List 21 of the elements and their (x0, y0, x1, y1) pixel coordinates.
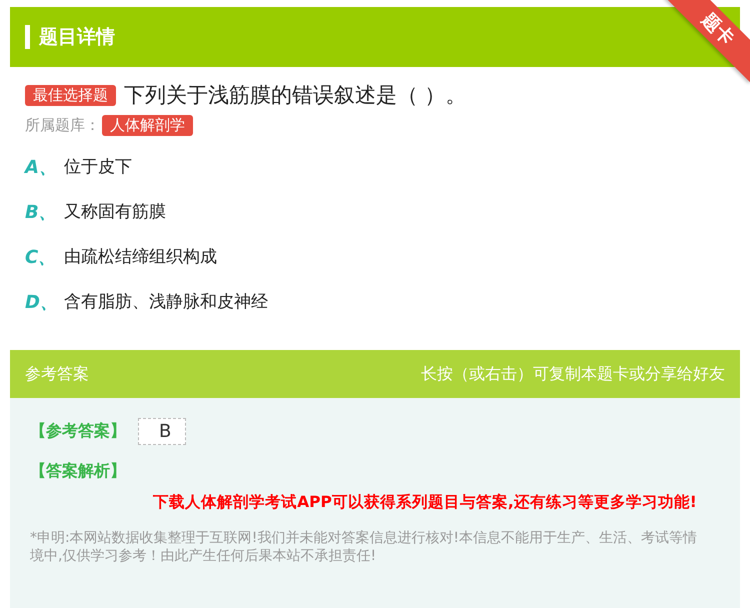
option-text: 含有脂肪、浅静脉和皮神经 (64, 291, 268, 313)
question-type-badge: 最佳选择题 (25, 84, 116, 106)
answer-section-title: 参考答案 (25, 364, 89, 384)
disclaimer-text: *申明:本网站数据收集整理于互联网!我们并未能对答案信息进行核对!本信息不能用于生产、生活、考试等情境中,仅供学习参考！由此产生任何后果本站不承担责任! (30, 529, 698, 566)
bank-label: 所属题库： (25, 116, 100, 135)
option-letter: B、 (25, 200, 58, 224)
promo-text[interactable]: 下载人体解剖学考试APP可以获得系列题目与答案,还有练习等更多学习功能! (30, 492, 720, 513)
option-letter: C、 (25, 246, 58, 268)
option-letter: D、 (25, 290, 59, 314)
title-marker-icon (25, 25, 30, 49)
option-letter: A、 (25, 156, 58, 178)
answer-label: 【参考答案】 (30, 421, 126, 442)
option-text: 由疏松结缔组织构成 (64, 246, 217, 268)
bank-tag[interactable]: 人体解剖学 (102, 115, 193, 136)
option-text: 位于皮下 (64, 156, 132, 178)
option-text: 又称固有筋膜 (64, 201, 166, 223)
share-hint: 长按（或右击）可复制本题卡或分享给好友 (421, 364, 725, 384)
question-text: 下列关于浅筋膜的错误叙述是（ ）。 (124, 82, 467, 109)
page-title: 题目详情 (39, 25, 115, 50)
answer-value: B (138, 418, 186, 445)
analysis-label: 【答案解析】 (30, 461, 127, 482)
